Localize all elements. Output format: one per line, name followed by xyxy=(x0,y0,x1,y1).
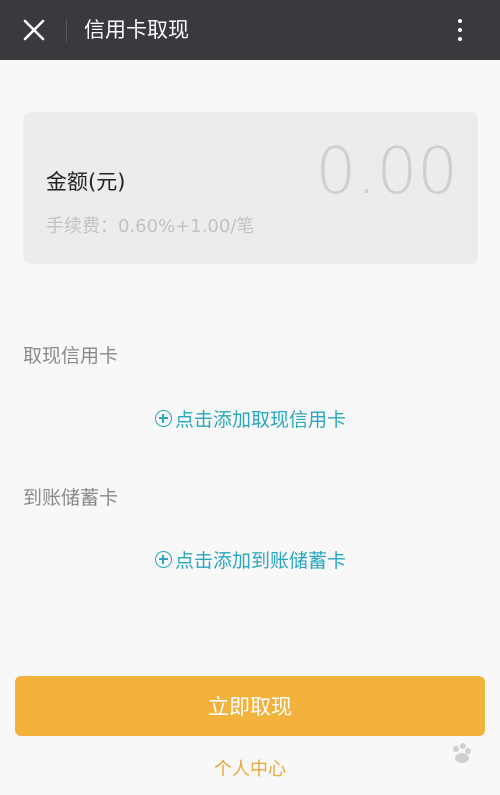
title-divider xyxy=(66,18,67,42)
title-bar: 信用卡取现 xyxy=(0,0,500,60)
withdraw-now-button[interactable]: 立即取现 xyxy=(15,676,485,736)
more-dot xyxy=(458,28,462,32)
more-vertical-icon xyxy=(458,19,462,23)
more-menu-button[interactable] xyxy=(442,12,478,48)
credit-card-section-title: 取现信用卡 xyxy=(23,345,119,367)
close-icon[interactable] xyxy=(22,18,46,42)
amount-card[interactable]: 金额(元) 0.00 手续费：0.60%+1.00/笔 xyxy=(23,112,478,264)
amount-label: 金额(元) xyxy=(46,170,126,194)
add-debit-card-label: 点击添加到账储蓄卡 xyxy=(174,549,346,572)
watermark-logo xyxy=(453,743,471,763)
close-button[interactable] xyxy=(16,12,52,48)
add-circle-icon xyxy=(154,409,172,427)
debit-card-section-title: 到账储蓄卡 xyxy=(23,487,119,509)
add-credit-card-label: 点击添加取现信用卡 xyxy=(174,408,346,431)
fee-text: 手续费：0.60%+1.00/笔 xyxy=(46,216,255,237)
amount-input[interactable]: 0.00 xyxy=(316,134,459,210)
page-title: 信用卡取现 xyxy=(84,18,189,42)
add-credit-card-button[interactable]: 点击添加取现信用卡 xyxy=(23,388,478,448)
more-dot xyxy=(458,37,462,41)
add-debit-card-button[interactable]: 点击添加到账储蓄卡 xyxy=(23,529,478,589)
add-circle-icon xyxy=(154,550,172,568)
